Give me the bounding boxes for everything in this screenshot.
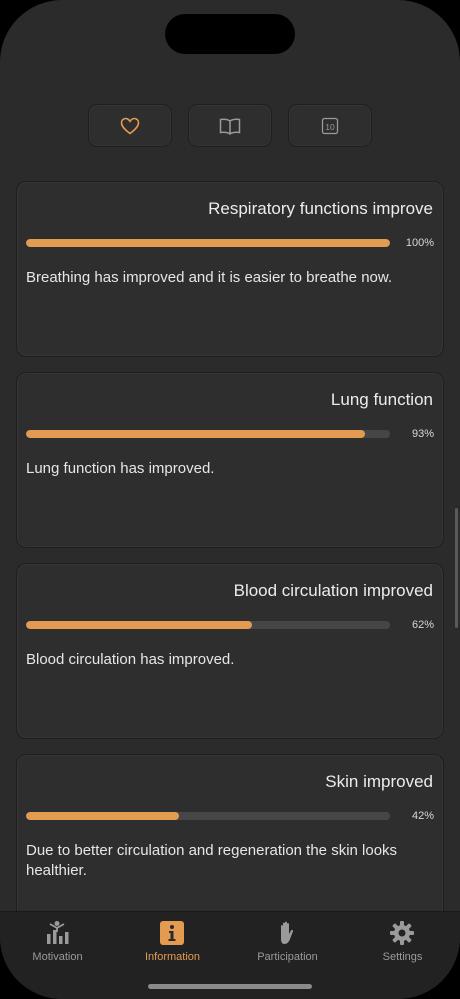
card-description: Blood circulation has improved.: [26, 651, 235, 668]
heart-icon: [120, 117, 140, 135]
calendar-10-icon: 10: [321, 117, 339, 135]
segment-calendar[interactable]: 10: [288, 104, 372, 147]
hand-icon: [274, 920, 300, 946]
progress-percent: 42%: [411, 810, 434, 822]
card-title: Lung function: [330, 390, 433, 409]
progress-percent: 93%: [411, 428, 434, 440]
dynamic-island: [165, 14, 295, 54]
info-card: Lung function 93% Lung function has impr…: [16, 372, 444, 548]
info-card: Blood circulation improved 62% Blood cir…: [16, 563, 444, 739]
info-card: Skin improved 42% Due to better circulat…: [16, 754, 444, 930]
card-description: Due to better circulation and regenerati…: [26, 842, 398, 879]
info-card: Respiratory functions improve 100% Breat…: [16, 181, 444, 357]
svg-text:10: 10: [325, 121, 335, 131]
tab-label: Participation: [257, 951, 318, 963]
tab-settings[interactable]: Settings: [345, 912, 460, 972]
tab-label: Information: [144, 951, 201, 963]
book-icon: [219, 117, 241, 135]
progress-bar: [26, 812, 390, 820]
progress-fill: [26, 621, 252, 629]
card-title: Respiratory functions improve: [208, 199, 433, 218]
segmented-control: 10: [0, 104, 460, 148]
card-title: Skin improved: [325, 772, 433, 791]
tab-label: Settings: [382, 951, 423, 963]
progress-bar: [26, 239, 390, 247]
tab-label: Motivation: [32, 951, 83, 963]
card-title: Blood circulation improved: [233, 581, 433, 600]
tab-information[interactable]: Information: [115, 912, 230, 972]
info-icon: [159, 920, 185, 946]
segment-book[interactable]: [188, 104, 272, 147]
chart-person-icon: [44, 920, 70, 946]
progress-fill: [26, 430, 365, 438]
card-description: Breathing has improved and it is easier …: [26, 269, 393, 286]
card-description: Lung function has improved.: [26, 460, 215, 477]
progress-fill: [26, 812, 179, 820]
gear-icon: [389, 920, 415, 946]
progress-fill: [26, 239, 390, 247]
home-indicator[interactable]: [148, 984, 312, 989]
scroll-indicator[interactable]: [455, 508, 458, 628]
segment-heart[interactable]: [88, 104, 172, 147]
progress-bar: [26, 430, 390, 438]
tab-participation[interactable]: Participation: [230, 912, 345, 972]
progress-bar: [26, 621, 390, 629]
progress-percent: 62%: [411, 619, 434, 631]
progress-percent: 100%: [405, 237, 434, 249]
app-screen: 10 Respiratory functions improve 100% Br…: [0, 0, 460, 999]
tab-motivation[interactable]: Motivation: [0, 912, 115, 972]
